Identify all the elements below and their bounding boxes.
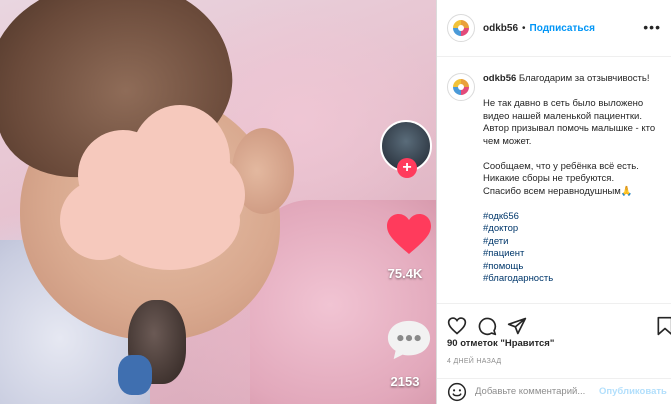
add-comment-bar: Опубликовать (437, 378, 671, 404)
caption-paragraph-1: Не так давно в сеть было выложено видео … (483, 98, 656, 147)
author-username[interactable]: odkb56 (483, 23, 518, 34)
hashtag-link[interactable]: #помощь (483, 261, 663, 274)
heart-icon[interactable] (385, 212, 433, 256)
likes-count-number: 90 отметок (447, 338, 498, 349)
caption-paragraph-2-line-1: Сообщаем, что у ребёнка всё есть. (483, 160, 639, 172)
comment-input[interactable] (475, 386, 595, 397)
caption-username[interactable]: odkb56 (483, 73, 516, 84)
comments-section[interactable]: odkb56 Благодарим за отзывчивость! Не та… (437, 57, 671, 303)
face-blur-overlay (60, 60, 250, 280)
post-timestamp[interactable]: 4 ДНЕЙ НАЗАД (447, 358, 501, 365)
caption-avatar[interactable] (447, 73, 475, 101)
caption-lead: Благодарим за отзывчивость! (518, 73, 650, 84)
caption-paragraph-2-line-3: Спасибо всем неравнодушным🙏 (483, 185, 633, 197)
post-actions-bar (437, 303, 671, 336)
save-bookmark-icon[interactable] (655, 316, 671, 336)
caption-paragraph-2-line-2: Никакие сборы не требуются. (483, 173, 615, 184)
header-separator: • (522, 22, 526, 34)
hashtag-link[interactable]: #пациент (483, 248, 663, 261)
follow-button[interactable]: Подписаться (530, 23, 595, 34)
hashtag-link[interactable]: #дети (483, 236, 663, 249)
pacifier-ring (118, 355, 152, 395)
share-icon[interactable] (507, 316, 527, 336)
video-like-count: 75.4K (387, 266, 423, 281)
likes-count-suffix: "Нравится" (500, 338, 555, 349)
video-comment-count: 2153 (390, 374, 420, 389)
publish-button[interactable]: Опубликовать (599, 386, 667, 397)
hashtag-link[interactable]: #одк656 (483, 211, 663, 224)
post-caption: odkb56 Благодарим за отзывчивость! Не та… (483, 73, 663, 286)
post-side-panel: odkb56 • Подписаться ••• odkb56 Благодар… (436, 0, 671, 404)
like-icon[interactable] (447, 316, 467, 336)
author-avatar[interactable] (447, 14, 475, 42)
hashtag-link[interactable]: #благодарность (483, 273, 663, 286)
post-header: odkb56 • Подписаться ••• (437, 0, 671, 57)
post-media[interactable]: + 75.4K 2153 (0, 0, 436, 404)
hashtag-link[interactable]: #доктор (483, 223, 663, 236)
hashtag-list: #одк656 #доктор #дети #пациент #помощь #… (483, 211, 663, 286)
comment-bubble-icon[interactable] (386, 318, 432, 362)
comment-icon[interactable] (477, 316, 497, 336)
follow-plus-icon[interactable]: + (397, 158, 417, 178)
emoji-icon[interactable] (447, 382, 467, 402)
likes-count[interactable]: 90 отметок "Нравится" (447, 338, 554, 349)
more-options-icon[interactable]: ••• (643, 19, 661, 35)
